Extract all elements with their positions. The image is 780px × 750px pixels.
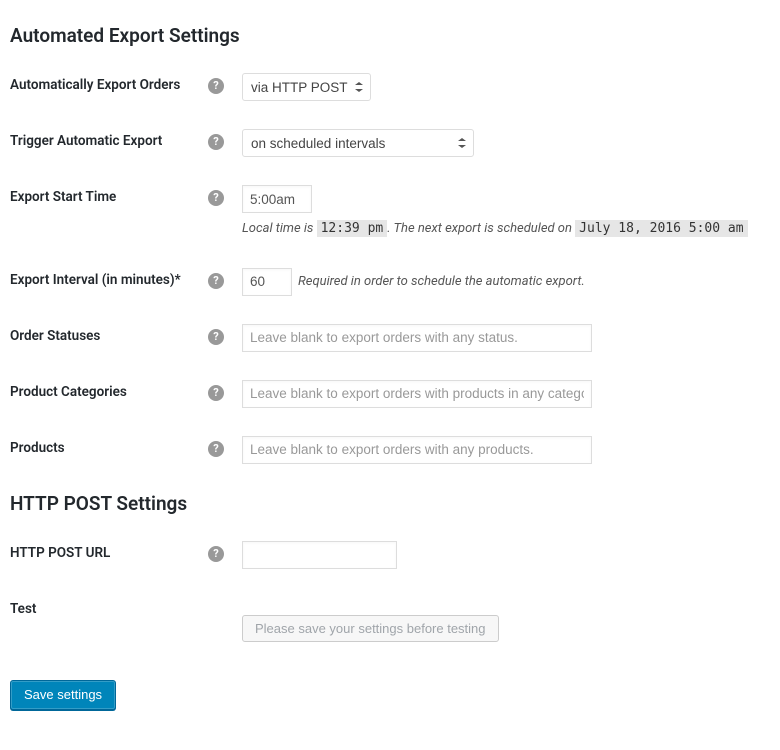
help-icon[interactable]: ? (208, 78, 224, 94)
products-label: Products (10, 440, 65, 458)
auto-export-label: Automatically Export Orders (10, 77, 180, 95)
start-time-label: Export Start Time (10, 189, 116, 207)
save-settings-button[interactable]: Save settings (10, 680, 116, 710)
start-time-input[interactable] (242, 185, 312, 213)
categories-input[interactable] (242, 380, 592, 408)
url-label: HTTP POST URL (10, 545, 110, 563)
start-time-hint: Local time is 12:39 pm. The next export … (242, 219, 748, 240)
local-time-value: 12:39 pm (317, 220, 388, 237)
help-icon[interactable]: ? (208, 329, 224, 345)
interval-input[interactable] (242, 268, 292, 296)
products-input[interactable] (242, 436, 592, 464)
auto-export-select[interactable]: via HTTP POST (242, 73, 371, 101)
section-automated-export-title: Automated Export Settings (10, 24, 770, 47)
categories-label: Product Categories (10, 384, 127, 402)
interval-hint: Required in order to schedule the automa… (298, 274, 585, 289)
statuses-label: Order Statuses (10, 328, 100, 346)
trigger-select[interactable]: on scheduled intervals (242, 129, 474, 157)
next-export-value: July 18, 2016 5:00 am (575, 220, 747, 237)
test-button: Please save your settings before testing (242, 615, 499, 642)
interval-label: Export Interval (in minutes)* (10, 272, 181, 290)
help-icon[interactable]: ? (208, 441, 224, 457)
section-http-post-title: HTTP POST Settings (10, 492, 770, 515)
statuses-input[interactable] (242, 324, 592, 352)
help-icon[interactable]: ? (208, 273, 224, 289)
help-icon[interactable]: ? (208, 385, 224, 401)
help-icon[interactable]: ? (208, 190, 224, 206)
help-icon[interactable]: ? (208, 546, 224, 562)
trigger-label: Trigger Automatic Export (10, 133, 162, 151)
http-post-url-input[interactable] (242, 541, 397, 569)
test-label: Test (10, 601, 36, 619)
help-icon[interactable]: ? (208, 134, 224, 150)
